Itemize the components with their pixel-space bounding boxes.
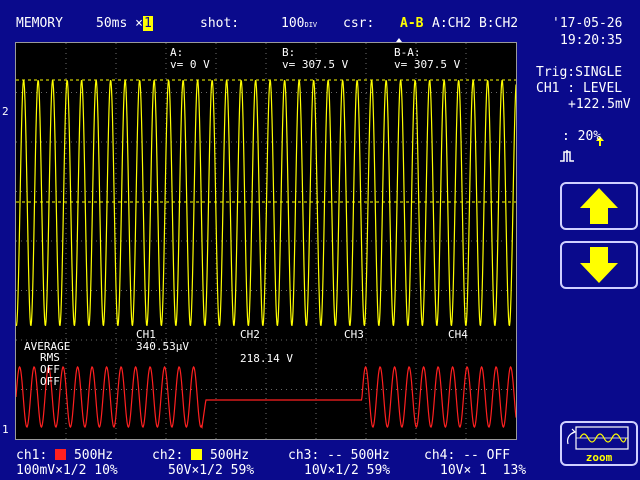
ch3-scale: 10V×1/2 59%: [304, 463, 391, 478]
ch2-label: ch2:: [152, 448, 184, 463]
timebase-label[interactable]: 50ms ×1: [96, 16, 153, 31]
cursor-ba-value: v= 307.5 V: [394, 58, 461, 71]
trigger-level: +122.5mV: [568, 97, 631, 112]
measurement-header-ch2: CH2: [240, 328, 260, 341]
shot-value[interactable]: 100DIV: [281, 17, 317, 32]
ch2-scale: 50V×1/2 59%: [168, 463, 255, 478]
trigger-source: CH1 : LEVEL: [536, 81, 623, 96]
time: 19:20:35: [560, 33, 623, 48]
measurement-ch1-value: 340.53µV: [136, 340, 189, 353]
ch3-frequency: -- 500Hz: [327, 448, 390, 463]
zoom-label: zoom: [585, 451, 613, 464]
ch1-label: ch1:: [16, 448, 48, 463]
ch2-info[interactable]: ch2: 500Hz: [152, 449, 249, 463]
csr-label: csr:: [343, 16, 375, 31]
ch4-scale: 10V× 1 13%: [440, 463, 527, 478]
ch1-position-marker[interactable]: 1: [2, 424, 9, 436]
shot-unit: DIV: [304, 21, 318, 29]
trigger-position-value: : 20%: [562, 129, 602, 144]
ch3-label: ch3:: [288, 448, 320, 463]
timebase-value: 50ms ×: [96, 16, 143, 31]
waveform-display[interactable]: A: v= 0 V B: v= 307.5 V B-A: v= 307.5 V …: [15, 42, 517, 440]
mode-label: MEMORY: [16, 16, 63, 31]
ch3-info[interactable]: ch3: -- 500Hz: [288, 449, 390, 463]
ch4-label: ch4:: [424, 448, 456, 463]
trigger-mode: Trig:SINGLE: [536, 65, 623, 80]
measurement-header-ch4: CH4: [448, 328, 468, 341]
ch1-info[interactable]: ch1: 500Hz: [16, 449, 113, 463]
ch2-color-swatch: [191, 449, 203, 460]
shot-number: 100: [281, 16, 305, 31]
ch1-scale: 100mV×1/2 10%: [16, 463, 118, 478]
arrow-down-icon: [580, 247, 618, 283]
cursor-b-value: v= 307.5 V: [282, 58, 349, 71]
ch1-color-swatch: [55, 449, 67, 460]
ch1-frequency: 500Hz: [73, 448, 114, 463]
csr-pair[interactable]: A-B: [400, 17, 423, 31]
csr-channels: A:CH2 B:CH2: [432, 16, 519, 31]
date: '17-05-26: [552, 16, 623, 31]
ch2-frequency: 500Hz: [209, 448, 250, 463]
timebase-multiplier: 1: [142, 16, 153, 31]
arrow-up-icon: [580, 188, 618, 224]
ch4-frequency: -- OFF: [463, 448, 511, 463]
zoom-button[interactable]: zoom: [560, 421, 638, 466]
waveform-canvas: [16, 43, 516, 439]
scroll-up-button[interactable]: [560, 182, 638, 230]
waveform-zoom-icon: [567, 426, 629, 450]
measurement-item-3: OFF: [40, 375, 60, 388]
measurement-header-ch3: CH3: [344, 328, 364, 341]
ch2-position-marker[interactable]: 2: [2, 106, 9, 118]
cursor-a-value: v= 0 V: [170, 58, 210, 71]
scroll-down-button[interactable]: [560, 241, 638, 289]
shot-label: shot:: [200, 16, 240, 31]
measurement-ch2-value: 218.14 V: [240, 352, 293, 365]
ch4-info[interactable]: ch4: -- OFF: [424, 449, 510, 463]
